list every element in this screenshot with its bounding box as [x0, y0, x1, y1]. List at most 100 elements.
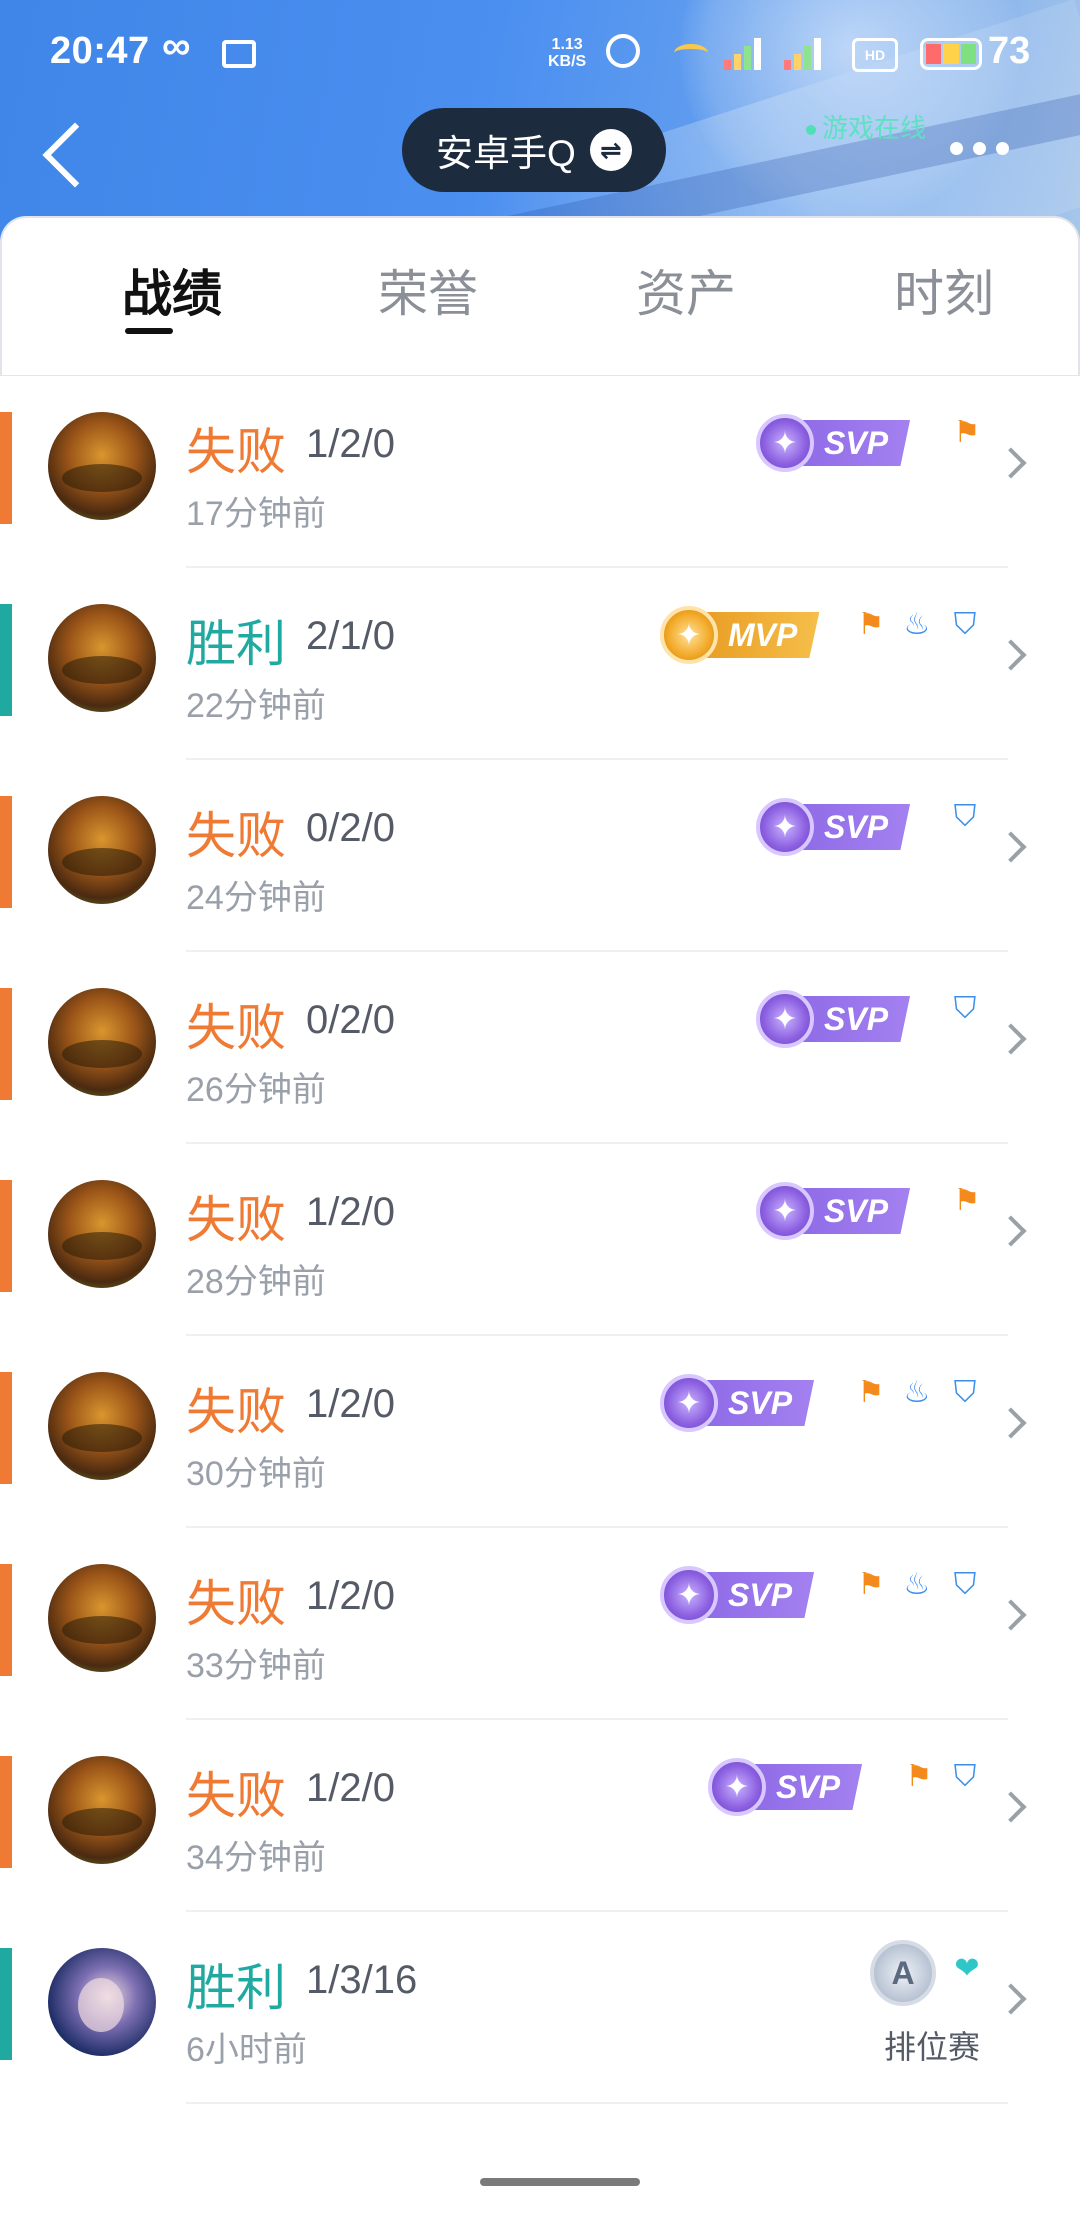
match-row[interactable]: 失败 1/2/0 33分钟前 ✦ SVP ⚑ ♨ ⛉: [0, 1528, 1080, 1720]
match-result: 失败: [186, 1768, 286, 1824]
result-color-bar: [0, 1756, 12, 1868]
account-name: 安卓手Q: [436, 133, 576, 174]
svp-medal-icon: ✦: [756, 414, 814, 472]
svp-medal-icon: ✦: [660, 1374, 718, 1432]
match-row[interactable]: 失败 1/2/0 28分钟前 ✦ SVP ⚑: [0, 1144, 1080, 1336]
match-row[interactable]: 胜利 2/1/0 22分钟前 ✦ MVP ⚑ ♨ ⛉: [0, 568, 1080, 760]
chevron-right-icon: [995, 1791, 1027, 1823]
tab-moments[interactable]: 时刻: [854, 254, 1034, 326]
row-divider: [186, 2102, 1008, 2104]
chevron-right-icon: [995, 447, 1027, 479]
svp-badge: ✦ SVP: [660, 1566, 815, 1624]
hero-avatar: [48, 796, 156, 904]
match-time: 28分钟前: [186, 1263, 326, 1301]
svp-badge: ✦ SVP: [756, 990, 911, 1048]
match-time: 17分钟前: [186, 495, 326, 533]
status-time: 20:47: [50, 30, 150, 72]
match-row[interactable]: 失败 1/2/0 34分钟前 ✦ SVP ⚑ ⛉: [0, 1720, 1080, 1912]
hero-avatar: [48, 1756, 156, 1864]
match-result: 失败: [186, 1384, 286, 1440]
more-dot-icon: [950, 142, 963, 155]
back-button[interactable]: [42, 118, 92, 190]
more-button[interactable]: [950, 142, 1009, 155]
match-kda: 0/2/0: [306, 806, 395, 850]
match-time: 6小时前: [186, 2031, 307, 2069]
online-dot-icon: [806, 125, 816, 136]
home-indicator[interactable]: [480, 2178, 640, 2186]
match-time: 22分钟前: [186, 687, 326, 725]
shield-icon: ⛉: [953, 608, 977, 641]
image-notification-icon: [222, 40, 256, 68]
tab-assets[interactable]: 资产: [596, 254, 776, 326]
rank-medal-icon: A: [870, 1940, 936, 2006]
tab-honor[interactable]: 荣誉: [338, 254, 518, 326]
fire-icon: ♨: [903, 608, 931, 641]
match-row[interactable]: 失败 0/2/0 26分钟前 ✦ SVP ⛉: [0, 952, 1080, 1144]
network-speed-value: 1.13: [551, 36, 583, 53]
battery-level: 73: [988, 30, 1031, 72]
more-dot-icon: [996, 142, 1009, 155]
result-color-bar: [0, 796, 12, 908]
chevron-right-icon: [995, 1215, 1027, 1247]
result-color-bar: [0, 1564, 12, 1676]
result-color-bar: [0, 1180, 12, 1292]
svp-medal-icon: ✦: [756, 1182, 814, 1240]
header: 20:47 ∞ 1.13 KB/S HD 73 游戏在线 安卓手Q ⇌: [0, 0, 1080, 240]
online-status: 游戏在线: [806, 108, 926, 145]
online-status-text: 游戏在线: [822, 113, 927, 143]
fire-icon: ♨: [903, 1376, 931, 1409]
match-kda: 1/2/0: [306, 1190, 395, 1234]
result-color-bar: [0, 1372, 12, 1484]
hero-avatar: [48, 1948, 156, 2056]
result-color-bar: [0, 412, 12, 524]
chevron-right-icon: [995, 1599, 1027, 1631]
hero-avatar: [48, 1564, 156, 1672]
match-row[interactable]: 失败 1/2/0 17分钟前 ✦ SVP ⚑: [0, 376, 1080, 568]
shield-icon: ⛉: [953, 992, 977, 1025]
tab-bar: 战绩 荣誉 资产 时刻: [0, 216, 1080, 376]
mvp-badge: ✦ MVP: [660, 606, 820, 664]
match-result: 失败: [186, 808, 286, 864]
network-speed-unit: KB/S: [548, 53, 587, 70]
svp-medal-icon: ✦: [660, 1566, 718, 1624]
shield-icon: ⛉: [953, 1568, 977, 1601]
tab-record[interactable]: 战绩: [82, 254, 262, 326]
match-time: 33分钟前: [186, 1647, 326, 1685]
flag-icon: ⚑: [857, 608, 885, 641]
wifi-icon: [674, 44, 708, 62]
alarm-icon: [606, 34, 640, 68]
match-row[interactable]: 失败 0/2/0 24分钟前 ✦ SVP ⛉: [0, 760, 1080, 952]
svp-badge: ✦ SVP: [708, 1758, 863, 1816]
more-dot-icon: [973, 142, 986, 155]
hero-avatar: [48, 412, 156, 520]
shield-icon: ⛉: [953, 800, 977, 833]
match-kda: 1/2/0: [306, 1382, 395, 1426]
account-switch-button[interactable]: 安卓手Q ⇌: [402, 108, 666, 192]
match-kda: 1/2/0: [306, 422, 395, 466]
hero-avatar: [48, 1180, 156, 1288]
match-row[interactable]: 胜利 1/3/16 6小时前 A ❤ 排位赛: [0, 1912, 1080, 2104]
svp-badge: ✦ SVP: [756, 1182, 911, 1240]
hero-avatar: [48, 604, 156, 712]
status-bar: 20:47 ∞ 1.13 KB/S HD 73: [0, 0, 1080, 110]
infinity-icon: ∞: [162, 24, 191, 68]
result-color-bar: [0, 988, 12, 1100]
active-tab-indicator: [125, 328, 173, 334]
match-row[interactable]: 失败 1/2/0 30分钟前 ✦ SVP ⚑ ♨ ⛉: [0, 1336, 1080, 1528]
shield-icon: ⛉: [953, 1760, 977, 1793]
hd-icon: HD: [852, 38, 898, 72]
shield-icon: ⛉: [953, 1376, 977, 1409]
svp-medal-icon: ✦: [708, 1758, 766, 1816]
match-result: 失败: [186, 424, 286, 480]
match-mode: 排位赛: [884, 2029, 981, 2065]
match-kda: 0/2/0: [306, 998, 395, 1042]
svp-badge: ✦ SVP: [660, 1374, 815, 1432]
signal-4g-icon: [784, 36, 830, 70]
flag-icon: ⚑: [857, 1376, 885, 1409]
match-kda: 1/2/0: [306, 1574, 395, 1618]
result-color-bar: [0, 604, 12, 716]
flag-icon: ⚑: [905, 1760, 933, 1793]
result-color-bar: [0, 1948, 12, 2060]
heart-icon: ❤: [954, 1952, 980, 1985]
chevron-right-icon: [995, 1983, 1027, 2015]
